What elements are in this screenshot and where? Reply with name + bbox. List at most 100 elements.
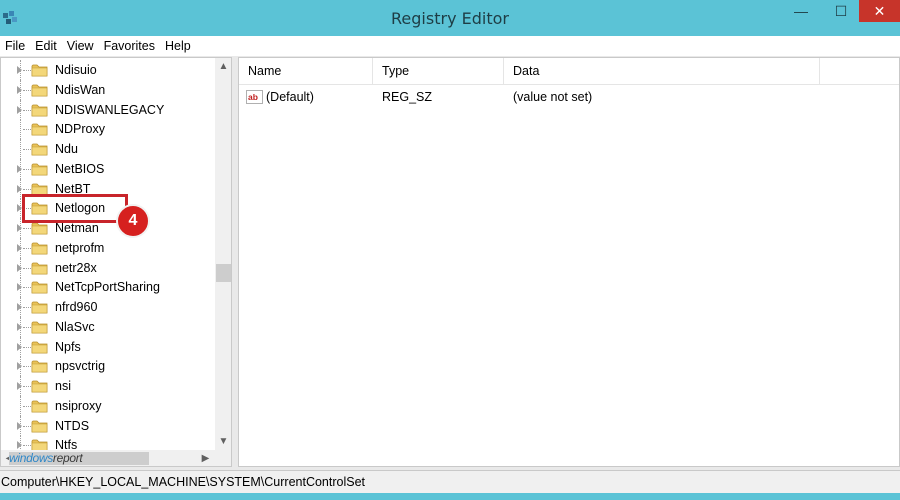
registry-key-tree[interactable]: Ntfs NTDS nsiproxy nsi npsvctrig Npfs NlaSvc nf… bbox=[0, 57, 232, 467]
expand-arrow-icon[interactable] bbox=[17, 441, 22, 450]
minimize-button[interactable]: — bbox=[786, 0, 816, 22]
expand-arrow-icon[interactable] bbox=[17, 322, 22, 331]
expand-arrow-icon[interactable] bbox=[17, 382, 22, 390]
tree-connector bbox=[23, 109, 31, 111]
tree-item-netr28x[interactable]: netr28x bbox=[1, 257, 215, 278]
tree-connector bbox=[23, 247, 31, 249]
folder-icon bbox=[31, 143, 48, 156]
menu-bar: File Edit View Favorites Help bbox=[0, 36, 900, 56]
folder-icon bbox=[31, 360, 48, 373]
value-name: (Default) bbox=[266, 90, 314, 104]
tree-item-netbios[interactable]: NetBIOS bbox=[1, 158, 215, 179]
expand-arrow-icon[interactable] bbox=[17, 224, 22, 232]
tree-item-nsiproxy[interactable]: nsiproxy bbox=[1, 395, 215, 416]
tree-connector bbox=[23, 326, 31, 328]
menu-view[interactable]: View bbox=[67, 39, 94, 53]
tree-item-ndiswan[interactable]: NdisWan bbox=[1, 79, 215, 100]
title-bar: Registry Editor — ☐ ✕ bbox=[0, 0, 900, 36]
expand-arrow-icon[interactable] bbox=[17, 283, 22, 292]
folder-icon bbox=[31, 321, 48, 334]
folder-icon bbox=[31, 262, 48, 274]
tree-connector bbox=[23, 287, 31, 289]
tree-item-label: NlaSvc bbox=[55, 319, 95, 334]
main-content: Ntfs NTDS nsiproxy nsi npsvctrig Npfs NlaSvc nf… bbox=[0, 56, 900, 470]
tree-guide-line bbox=[20, 119, 21, 140]
registry-values-list[interactable]: Name Type Data ab (Default) REG_SZ (valu… bbox=[238, 57, 900, 467]
expand-arrow-icon[interactable] bbox=[17, 66, 22, 74]
tree-item-label: nfrd960 bbox=[55, 300, 98, 314]
folder-icon bbox=[31, 400, 48, 413]
scroll-up-arrow-icon[interactable]: ▲ bbox=[215, 58, 231, 75]
expand-arrow-icon[interactable] bbox=[17, 184, 22, 193]
window-bottom-border bbox=[0, 493, 900, 500]
close-button[interactable]: ✕ bbox=[859, 0, 900, 22]
tree-guide-line bbox=[20, 139, 21, 159]
expand-arrow-icon[interactable] bbox=[17, 164, 22, 173]
folder-icon bbox=[31, 163, 48, 176]
tree-item-label: nsiproxy bbox=[55, 398, 102, 413]
expand-arrow-icon[interactable] bbox=[17, 243, 22, 252]
tree-item-npsvctrig[interactable]: npsvctrig bbox=[1, 356, 215, 377]
tree-item-label: NDProxy bbox=[55, 122, 106, 137]
tree-connector bbox=[23, 149, 31, 150]
tree-item-ntds[interactable]: NTDS bbox=[1, 415, 215, 436]
expand-arrow-icon[interactable] bbox=[17, 342, 22, 351]
tree-connector bbox=[23, 168, 31, 170]
tree-item-label: nsi bbox=[55, 379, 71, 393]
value-type: REG_SZ bbox=[382, 90, 433, 104]
folder-icon bbox=[31, 341, 48, 353]
tree-connector bbox=[23, 89, 31, 91]
menu-file[interactable]: File bbox=[5, 39, 25, 53]
status-bar-path: Computer\HKEY_LOCAL_MACHINE\SYSTEM\Curre… bbox=[0, 470, 900, 493]
menu-help[interactable]: Help bbox=[165, 39, 191, 53]
tree-connector bbox=[23, 267, 31, 269]
expand-arrow-icon[interactable] bbox=[17, 303, 22, 311]
watermark-logo: windowsreport bbox=[9, 451, 83, 465]
folder-icon bbox=[31, 222, 48, 235]
tree-item-nettcpportsharing[interactable]: NetTcpPortSharing bbox=[1, 277, 215, 298]
tree-item-ndisuio[interactable]: Ndisuio bbox=[1, 60, 215, 80]
tree-vertical-scroll-thumb[interactable] bbox=[216, 264, 231, 282]
expand-arrow-icon[interactable] bbox=[17, 362, 22, 371]
tree-item-ndiswanlegacy[interactable]: NDISWANLEGACY bbox=[1, 99, 215, 120]
tree-item-ndu[interactable]: Ndu bbox=[1, 139, 215, 159]
string-value-icon: ab bbox=[246, 90, 263, 104]
expand-arrow-icon[interactable] bbox=[17, 263, 22, 272]
tree-item-nfrd960[interactable]: nfrd960 bbox=[1, 297, 215, 317]
step-number-badge: 4 bbox=[116, 204, 150, 238]
tree-connector bbox=[23, 70, 31, 71]
tree-item-label: netr28x bbox=[55, 260, 97, 275]
column-header-type[interactable]: Type bbox=[373, 58, 504, 85]
folder-icon bbox=[31, 301, 48, 314]
tree-vertical-scrollbar[interactable]: ▲ ▼ bbox=[215, 58, 231, 450]
tree-item-nlasvc[interactable]: NlaSvc bbox=[1, 316, 215, 337]
value-row[interactable]: ab (Default) REG_SZ (value not set) bbox=[239, 86, 899, 108]
tree-item-label: NetBIOS bbox=[55, 161, 105, 176]
tree-item-label: NTDS bbox=[55, 418, 90, 433]
tree-item-netprofm[interactable]: netprofm bbox=[1, 237, 215, 258]
maximize-button[interactable]: ☐ bbox=[826, 0, 856, 22]
folder-icon bbox=[31, 380, 48, 393]
scroll-down-arrow-icon[interactable]: ▼ bbox=[215, 433, 231, 450]
scroll-right-arrow-icon[interactable]: ▶ bbox=[197, 450, 214, 466]
expand-arrow-icon[interactable] bbox=[17, 105, 22, 114]
folder-icon bbox=[31, 104, 48, 116]
value-data: (value not set) bbox=[513, 90, 593, 104]
column-header-data[interactable]: Data bbox=[504, 58, 820, 85]
expand-arrow-icon[interactable] bbox=[17, 85, 22, 94]
menu-favorites[interactable]: Favorites bbox=[104, 39, 155, 53]
menu-edit[interactable]: Edit bbox=[35, 39, 57, 53]
svg-text:ab: ab bbox=[248, 92, 258, 102]
tree-item-npfs[interactable]: Npfs bbox=[1, 336, 215, 357]
tree-item-label: netprofm bbox=[55, 240, 105, 255]
tree-item-nsi[interactable]: nsi bbox=[1, 376, 215, 396]
expand-arrow-icon[interactable] bbox=[17, 421, 22, 430]
tree-item-label: NetTcpPortSharing bbox=[55, 280, 160, 295]
tree-connector bbox=[23, 405, 31, 407]
tree-connector bbox=[23, 188, 31, 190]
tree-connector bbox=[23, 425, 31, 427]
column-header-name[interactable]: Name bbox=[239, 58, 373, 85]
folder-icon bbox=[31, 242, 48, 255]
tree-item-ndproxy[interactable]: NDProxy bbox=[1, 119, 215, 140]
tree-connector bbox=[23, 445, 31, 447]
